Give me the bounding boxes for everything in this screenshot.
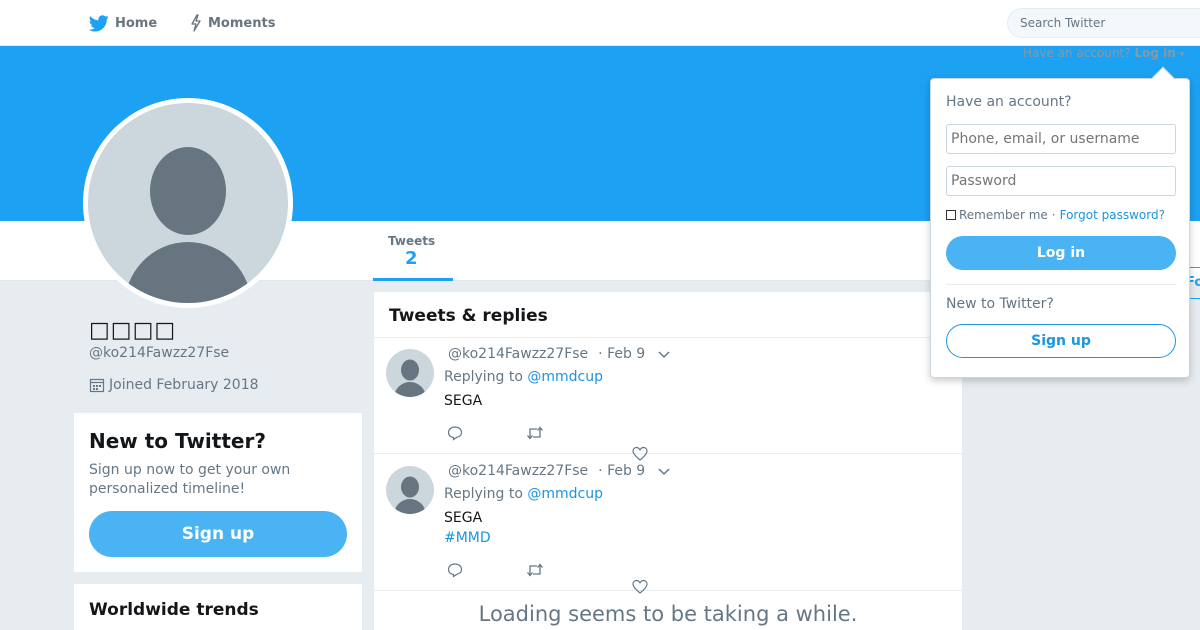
tweet-replying-to: Replying to @mmdcup (444, 369, 603, 385)
trends-title: Worldwide trends (89, 600, 259, 620)
joined-text: Joined February 2018 (109, 377, 259, 393)
forgot-password-link[interactable]: Forgot password? (1060, 208, 1165, 222)
tweet-date[interactable]: · Feb 9 (598, 463, 645, 479)
dropdown-new-text: New to Twitter? (946, 296, 1054, 312)
have-account-prompt: Have an account? Log in ▾ (1023, 46, 1184, 60)
calendar-icon (89, 378, 105, 393)
tweet-date[interactable]: · Feb 9 (598, 346, 645, 362)
nav-moments[interactable]: Moments (190, 0, 275, 46)
tab-tweets-label: Tweets (388, 234, 436, 248)
retweet-icon[interactable] (526, 562, 544, 578)
tweet-handle[interactable]: @ko214Fawzz27Fse (448, 346, 588, 362)
new-card-description: Sign up now to get your own personalized… (89, 462, 291, 497)
have-account-text: Have an account? (1023, 46, 1131, 60)
remember-me-label[interactable]: Remember me (959, 208, 1048, 222)
login-link[interactable]: Log in (1134, 46, 1175, 60)
replying-to-link[interactable]: @mmdcup (527, 486, 603, 502)
remember-me-row: Remember me · Forgot password? (946, 208, 1165, 222)
tweet-hashtag[interactable]: #MMD (444, 530, 491, 546)
tweet-header: @ko214Fawzz27Fse · Feb 9 (448, 463, 671, 479)
login-dropdown: Have an account? Remember me · Forgot pa… (930, 66, 1190, 378)
chevron-down-icon[interactable] (657, 466, 671, 476)
tweet-header: @ko214Fawzz27Fse · Feb 9 (448, 346, 671, 362)
caret-down-icon: ▾ (1179, 50, 1185, 60)
nav-home-label: Home (115, 15, 158, 31)
like-icon[interactable] (632, 579, 648, 595)
nav-home[interactable]: Home (89, 0, 157, 46)
tweet-item[interactable]: @ko214Fawzz27Fse · Feb 9 Replying to @mm… (374, 338, 962, 461)
new-to-twitter-card: New to Twitter? Sign up now to get your … (74, 413, 362, 572)
tweet-handle[interactable]: @ko214Fawzz27Fse (448, 463, 588, 479)
tweet-item[interactable]: @ko214Fawzz27Fse · Feb 9 Replying to @mm… (374, 454, 962, 594)
tab-tweets-count: 2 (405, 248, 418, 269)
tweet-timeline: Tweets & replies @ko214Fawzz27Fse · Feb … (374, 292, 962, 630)
tweet-avatar[interactable] (386, 466, 434, 514)
profile-handle[interactable]: @ko214Fawzz27Fse (89, 345, 229, 361)
search-placeholder: Search Twitter (1020, 16, 1106, 30)
twitter-bird-icon (89, 14, 109, 31)
chevron-down-icon[interactable] (657, 349, 671, 359)
worldwide-trends-card: Worldwide trends (74, 584, 362, 630)
username-field[interactable] (946, 124, 1176, 154)
new-card-title: New to Twitter? (89, 429, 266, 453)
profile-joined: Joined February 2018 (89, 377, 259, 393)
lightning-icon (191, 14, 201, 32)
search-input[interactable]: Search Twitter (1007, 8, 1200, 38)
dropdown-divider (946, 284, 1176, 285)
login-dropdown-title: Have an account? (946, 94, 1072, 110)
retweet-icon[interactable] (526, 425, 544, 441)
nav-moments-label: Moments (208, 15, 276, 31)
tweet-text: SEGA (444, 510, 483, 526)
login-button[interactable]: Log in (946, 236, 1176, 270)
top-nav-bar: Home Moments Search Twitter (0, 0, 1200, 46)
signup-button[interactable]: Sign up (89, 511, 347, 557)
replying-prefix: Replying to (444, 369, 523, 385)
password-field[interactable] (946, 166, 1176, 196)
replying-prefix: Replying to (444, 486, 523, 502)
dropdown-signup-button[interactable]: Sign up (946, 324, 1176, 358)
profile-avatar[interactable] (83, 98, 293, 308)
tweet-text: SEGA (444, 393, 483, 409)
tweet-replying-to: Replying to @mmdcup (444, 486, 603, 502)
timeline-title: Tweets & replies (389, 306, 548, 326)
loading-message: Loading seems to be taking a while. (478, 602, 858, 626)
replying-to-link[interactable]: @mmdcup (527, 369, 603, 385)
tab-tweets[interactable]: Tweets 2 (373, 221, 453, 281)
reply-icon[interactable] (447, 425, 463, 441)
remember-me-checkbox[interactable] (946, 210, 956, 220)
reply-icon[interactable] (447, 562, 463, 578)
profile-display-name: □□□□ (89, 318, 177, 343)
default-avatar-icon (88, 103, 288, 303)
separator-dot: · (1051, 208, 1056, 222)
tweet-avatar[interactable] (386, 349, 434, 397)
